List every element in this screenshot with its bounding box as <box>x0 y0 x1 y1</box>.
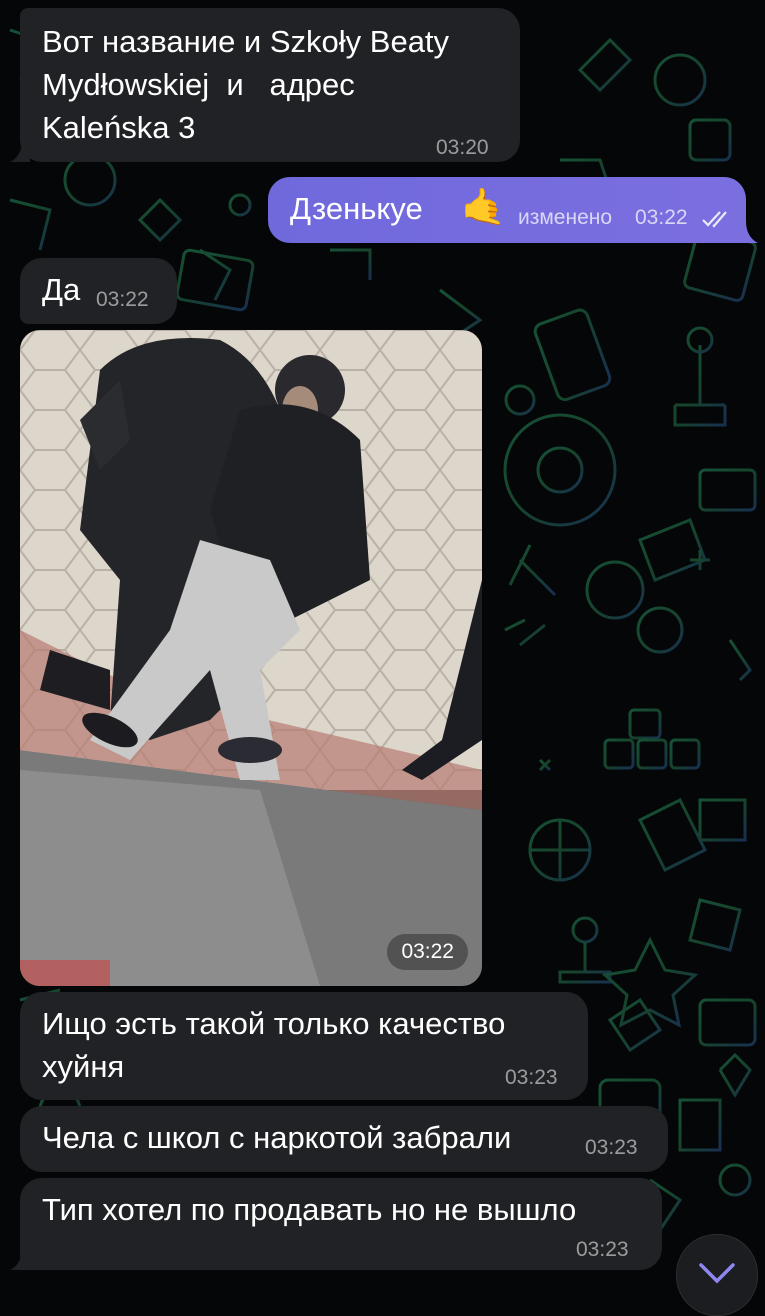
message-text: Да <box>42 272 81 307</box>
edited-label: изменено <box>518 206 613 229</box>
bubble-tail <box>10 1248 30 1270</box>
message-text: Дзенькуе <box>290 191 423 226</box>
message-text: Вот название и Szkoły Beaty Mydłowskiej … <box>42 24 450 145</box>
message-bubble-incoming[interactable]: Чела с школ с наркотой забрали 03:23 <box>20 1106 668 1172</box>
message-text: Ищо эсть такой только качество хуйня <box>42 1006 506 1084</box>
message-time: 03:23 <box>505 1066 558 1089</box>
scroll-to-bottom-button[interactable] <box>676 1234 758 1316</box>
message-bubble-outgoing[interactable]: Дзенькуе 🤙 изменено 03:22 <box>268 177 746 243</box>
bubble-tail <box>738 221 758 243</box>
bubble-tail <box>10 140 30 162</box>
message-bubble-incoming[interactable]: Да 03:22 <box>20 258 177 324</box>
message-bubble-incoming[interactable]: Вот название и Szkoły Beaty Mydłowskiej … <box>20 8 520 162</box>
message-bubble-incoming[interactable]: Тип хотел по продавать но не вышло 03:23 <box>20 1178 662 1270</box>
message-time: 03:23 <box>576 1238 629 1261</box>
message-time: 03:22 <box>96 288 149 311</box>
photo-message[interactable]: 03:22 <box>20 330 482 986</box>
message-time: 03:22 <box>387 934 468 970</box>
photo-image <box>20 330 482 986</box>
message-time: 03:20 <box>436 136 489 159</box>
message-time: 03:23 <box>585 1136 638 1159</box>
double-check-icon <box>702 211 727 228</box>
hand-emoji: 🤙 <box>461 186 506 227</box>
message-text: Чела с школ с наркотой забрали <box>42 1120 512 1155</box>
message-time: 03:22 <box>635 206 688 229</box>
message-text: Тип хотел по продавать но не вышло <box>42 1192 577 1227</box>
chevron-down-icon <box>699 1263 735 1284</box>
message-bubble-incoming[interactable]: Ищо эсть такой только качество хуйня 03:… <box>20 992 588 1100</box>
